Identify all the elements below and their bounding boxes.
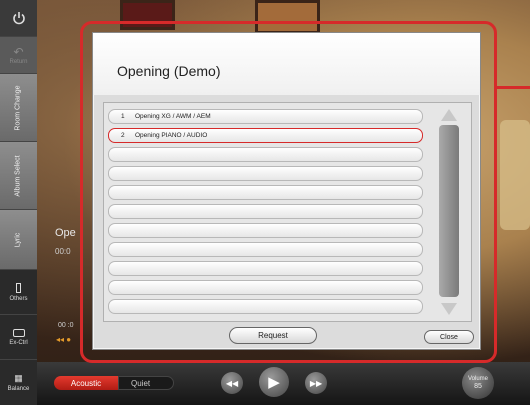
list-item[interactable]: 1 Opening XG / AWM / AEM (108, 109, 423, 124)
list-item[interactable] (108, 204, 423, 219)
scroll-thumb[interactable] (439, 125, 459, 297)
play-icon: ▶ (268, 374, 280, 391)
item-label: Opening XG / AWM / AEM (135, 113, 211, 120)
close-button[interactable]: Close (424, 330, 474, 344)
return-button[interactable]: ↶ Return (0, 37, 37, 74)
quiet-toggle[interactable]: Quiet (118, 376, 174, 390)
rewind-button[interactable]: ◀◀ (221, 372, 243, 394)
exctrl-label: Ex-Ctrl (9, 339, 28, 346)
list-item-selected[interactable]: 2 Opening PIANO / AUDIO (108, 128, 423, 143)
fast-forward-button[interactable]: ▶▶ (305, 372, 327, 394)
volume-label: Volume (467, 376, 488, 382)
dialog-header: Opening (Demo) (93, 33, 480, 95)
lyric-label: Lyric (14, 232, 22, 247)
demo-list: 1 Opening XG / AWM / AEM 2 Opening PIANO… (103, 102, 472, 322)
volume-value: 85 (474, 383, 482, 390)
balance-label: Balance (7, 386, 30, 392)
others-icon (16, 282, 21, 293)
track-title: Ope (55, 227, 76, 239)
list-item[interactable] (108, 242, 423, 257)
power-icon (12, 12, 25, 25)
scrollbar[interactable] (436, 109, 462, 317)
callout-line (497, 86, 530, 89)
list-item[interactable] (108, 223, 423, 238)
request-button[interactable]: Request (229, 327, 317, 344)
item-number: 2 (121, 132, 125, 139)
fast-forward-icon: ▶▶ (309, 378, 323, 388)
acoustic-toggle[interactable]: Acoustic (54, 376, 118, 390)
list-item[interactable] (108, 185, 423, 200)
dialog-title: Opening (Demo) (117, 63, 221, 79)
return-icon: ↶ (13, 45, 24, 59)
item-label: Opening PIANO / AUDIO (135, 132, 208, 139)
sidebar-item-exctrl[interactable]: Ex-Ctrl (0, 315, 37, 360)
sidebar-item-room-change[interactable]: Room Change (0, 74, 37, 142)
exctrl-icon (12, 328, 25, 337)
play-button[interactable]: ▶ (259, 367, 289, 397)
rewind-icon: ◀◀ (225, 378, 239, 388)
item-number: 1 (121, 113, 125, 120)
album-select-label: Album Select (14, 154, 22, 197)
room-change-label: Room Change (14, 84, 22, 131)
sidebar-item-others[interactable]: Others (0, 270, 37, 315)
list-item[interactable] (108, 280, 423, 295)
bottom-bar: Acoustic Quiet ◀◀ ▶ ▶▶ Volume 85 (37, 362, 530, 405)
opening-demo-dialog: Opening (Demo) 1 Opening XG / AWM / AEM … (92, 32, 481, 350)
volume-knob[interactable]: Volume 85 (462, 367, 494, 399)
sidebar: ↶ Return Room Change Album Select Lyric … (0, 0, 37, 405)
list-item[interactable] (108, 147, 423, 162)
list-item[interactable] (108, 261, 423, 276)
power-button[interactable] (0, 0, 37, 37)
list-item[interactable] (108, 166, 423, 181)
progress-marker-icon: ◂◂ ● (56, 335, 72, 344)
track-time-small: 00 :0 (58, 322, 74, 329)
sidebar-item-lyric[interactable]: Lyric (0, 210, 37, 270)
return-label: Return (9, 59, 28, 65)
list-item[interactable] (108, 299, 423, 314)
others-label: Others (9, 295, 28, 302)
scroll-up-arrow-icon[interactable] (441, 109, 457, 121)
sidebar-item-album-select[interactable]: Album Select (0, 142, 37, 210)
balance-icon: ▦ (14, 373, 23, 383)
track-time: 00:0 (55, 247, 71, 256)
sidebar-item-balance[interactable]: ▦ Balance (0, 360, 37, 405)
scroll-down-arrow-icon[interactable] (441, 303, 457, 315)
lamp (500, 120, 530, 230)
